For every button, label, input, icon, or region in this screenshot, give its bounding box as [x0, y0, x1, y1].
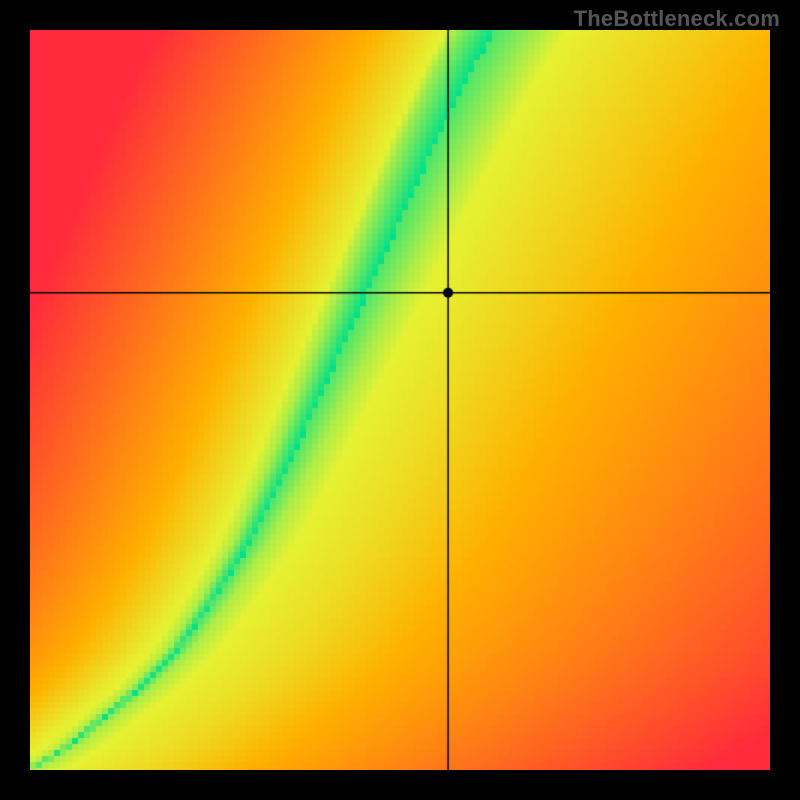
stage: TheBottleneck.com [0, 0, 800, 800]
plot-area [30, 30, 770, 770]
heatmap-canvas [30, 30, 770, 770]
watermark-text: TheBottleneck.com [574, 6, 780, 32]
